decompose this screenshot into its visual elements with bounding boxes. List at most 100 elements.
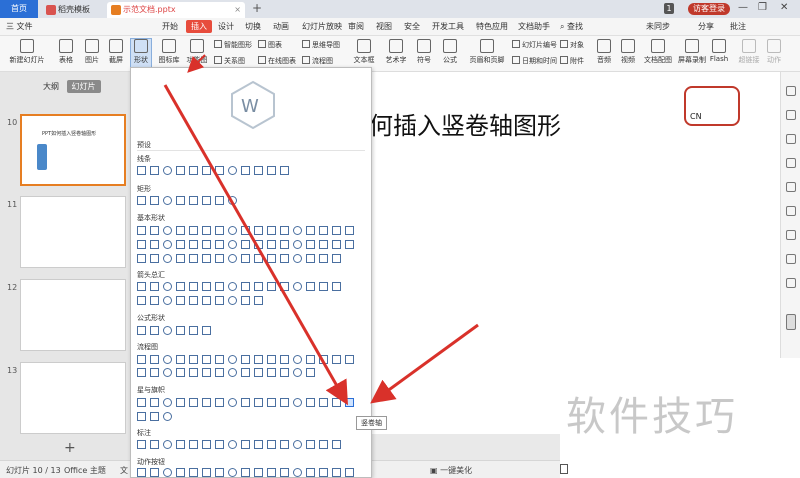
shape-item[interactable] — [202, 355, 211, 364]
shape-item[interactable] — [150, 412, 159, 421]
add-slide-button[interactable]: + — [64, 440, 76, 456]
shape-item[interactable] — [280, 468, 289, 477]
slide-thumbnail-12[interactable] — [20, 279, 126, 351]
shape-item[interactable] — [267, 254, 276, 263]
menu-review[interactable]: 审阅 — [348, 21, 364, 32]
shape-item[interactable] — [306, 282, 315, 291]
beautify-button[interactable]: ▣ 一键美化 — [430, 465, 472, 476]
shape-item[interactable] — [228, 355, 237, 364]
shape-item[interactable] — [215, 468, 224, 477]
shape-item[interactable] — [228, 296, 237, 305]
shape-item[interactable] — [189, 398, 198, 407]
sidebar-tool-icon[interactable] — [786, 278, 796, 288]
shape-item[interactable] — [241, 226, 250, 235]
sidebar-tool-icon[interactable] — [786, 86, 796, 96]
shape-item[interactable] — [293, 226, 302, 235]
home-tab[interactable]: 首页 — [0, 0, 38, 18]
shape-item[interactable] — [137, 282, 146, 291]
shape-item[interactable] — [215, 368, 224, 377]
shape-item[interactable] — [280, 355, 289, 364]
shape-item[interactable] — [150, 368, 159, 377]
shape-item[interactable] — [163, 254, 172, 263]
shape-item[interactable] — [319, 355, 328, 364]
action-button[interactable]: 动作 — [764, 39, 784, 65]
sidebar-tool-icon[interactable] — [786, 182, 796, 192]
sidebar-tool-icon[interactable] — [786, 230, 796, 240]
sidebar-tool-icon[interactable] — [786, 158, 796, 168]
file-menu[interactable]: 三 文件 — [6, 21, 33, 32]
minimize-icon[interactable]: — — [738, 2, 748, 13]
shape-item[interactable] — [319, 254, 328, 263]
shape-item[interactable] — [319, 226, 328, 235]
shape-item[interactable] — [163, 398, 172, 407]
zoom-slider[interactable] — [560, 464, 568, 474]
shape-item[interactable] — [228, 254, 237, 263]
textbox-button[interactable]: 文本框 — [350, 39, 378, 65]
mindmap-button[interactable]: 思维导图 — [302, 40, 340, 50]
shape-item[interactable] — [241, 368, 250, 377]
shape-item[interactable] — [189, 166, 198, 175]
shape-item[interactable] — [332, 468, 341, 477]
shape-item[interactable] — [215, 226, 224, 235]
icon-library-button[interactable]: 图标库 — [156, 39, 182, 65]
shape-item[interactable] — [267, 398, 276, 407]
shape-item[interactable] — [189, 226, 198, 235]
shape-item[interactable] — [163, 196, 172, 205]
shape-item[interactable] — [137, 398, 146, 407]
flash-button[interactable]: Flash — [708, 39, 730, 63]
shape-item[interactable] — [280, 226, 289, 235]
shape-item[interactable] — [306, 355, 315, 364]
shape-item[interactable] — [202, 468, 211, 477]
shape-item[interactable] — [228, 240, 237, 249]
shape-item[interactable] — [150, 196, 159, 205]
table-button[interactable]: 表格 — [56, 39, 76, 65]
vertical-scroll-shape[interactable] — [345, 398, 354, 407]
shape-item[interactable] — [280, 282, 289, 291]
menu-insert[interactable]: 插入 — [186, 20, 212, 33]
shape-item[interactable] — [241, 240, 250, 249]
shape-item[interactable] — [215, 166, 224, 175]
shape-item[interactable] — [137, 166, 146, 175]
shape-item[interactable] — [306, 226, 315, 235]
shape-item[interactable] — [163, 355, 172, 364]
doc-media-button[interactable]: 文档配图 — [642, 39, 674, 65]
shape-item[interactable] — [332, 240, 341, 249]
shape-item[interactable] — [150, 282, 159, 291]
shape-item[interactable] — [241, 296, 250, 305]
shape-item[interactable] — [215, 440, 224, 449]
shape-button[interactable]: 形状 — [130, 38, 152, 68]
shape-item[interactable] — [228, 282, 237, 291]
shape-item[interactable] — [137, 412, 146, 421]
shape-item[interactable] — [189, 468, 198, 477]
shape-item[interactable] — [319, 282, 328, 291]
symbol-button[interactable]: 符号 — [414, 39, 434, 65]
shape-item[interactable] — [254, 468, 263, 477]
share-button[interactable]: 分享 — [698, 21, 714, 32]
shape-item[interactable] — [254, 240, 263, 249]
login-button[interactable]: 访客登录 — [688, 3, 730, 15]
shape-item[interactable] — [176, 326, 185, 335]
search-menu[interactable]: ⌕ 查找 — [560, 21, 583, 32]
menu-features[interactable]: 特色应用 — [476, 21, 508, 32]
shape-item[interactable] — [280, 240, 289, 249]
shape-item[interactable] — [293, 468, 302, 477]
shape-item[interactable] — [150, 166, 159, 175]
shape-item[interactable] — [150, 468, 159, 477]
shape-item[interactable] — [228, 440, 237, 449]
shape-item[interactable] — [176, 355, 185, 364]
shape-item[interactable] — [137, 254, 146, 263]
scrollbar-thumb[interactable] — [786, 314, 796, 330]
shape-item[interactable] — [293, 440, 302, 449]
shape-item[interactable] — [280, 166, 289, 175]
close-icon[interactable]: ✕ — [780, 2, 788, 13]
shape-item[interactable] — [176, 196, 185, 205]
shape-item[interactable] — [163, 412, 172, 421]
shape-item[interactable] — [202, 440, 211, 449]
shape-item[interactable] — [202, 226, 211, 235]
tab-document[interactable]: 示范文档.pptx × — [107, 2, 245, 18]
shape-item[interactable] — [228, 226, 237, 235]
shape-item[interactable] — [254, 296, 263, 305]
shape-item[interactable] — [267, 468, 276, 477]
shape-item[interactable] — [176, 468, 185, 477]
menu-slideshow[interactable]: 幻灯片放映 — [302, 21, 342, 32]
